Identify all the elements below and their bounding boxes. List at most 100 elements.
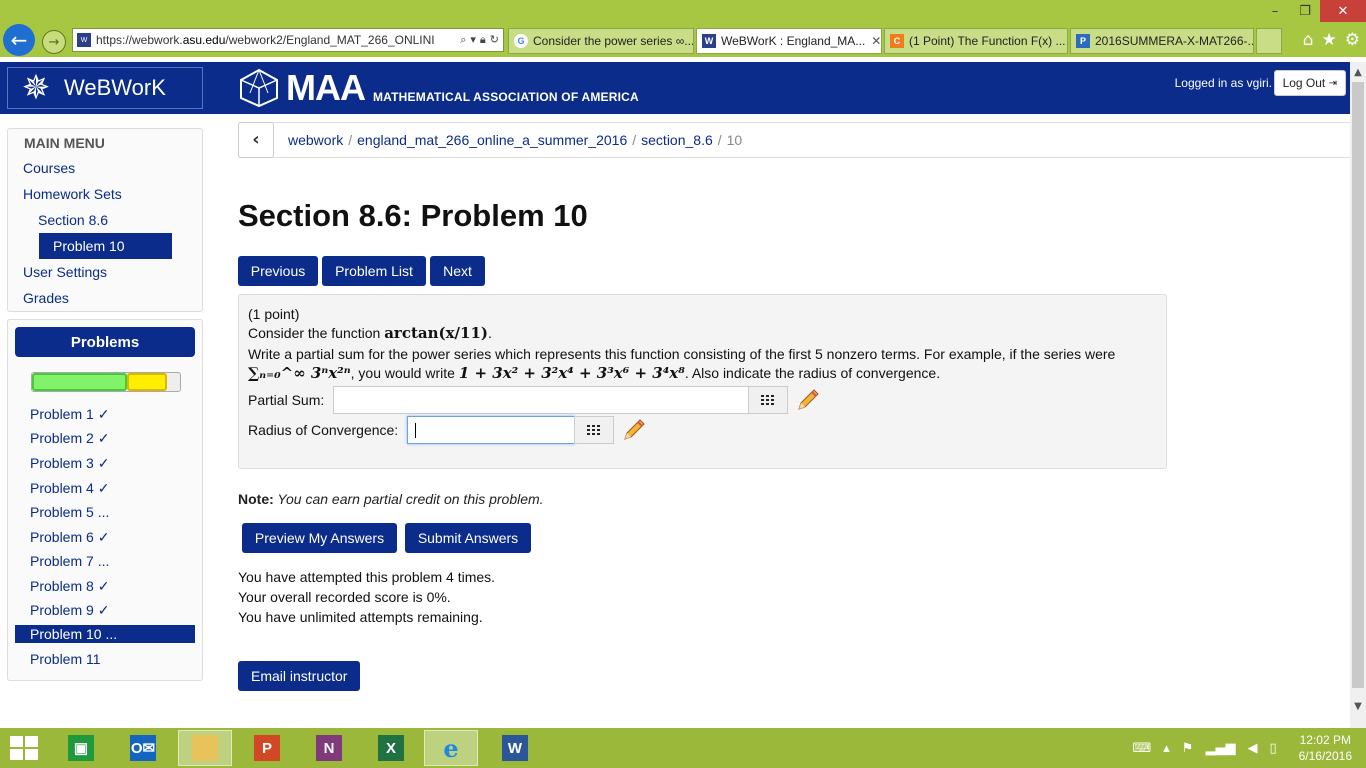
problem-link[interactable]: Problem 8 ✓ — [30, 578, 109, 595]
partial-sum-label: Partial Sum: — [248, 392, 325, 408]
onenote-app-button[interactable]: N — [302, 730, 356, 766]
close-tab-icon[interactable]: ✕ — [871, 34, 881, 48]
breadcrumb-link[interactable]: section_8.6 — [641, 132, 713, 148]
breadcrumb-link[interactable]: england_mat_266_online_a_summer_2016 — [357, 132, 627, 148]
tab-pearson[interactable]: P 2016SUMMERA-X-MAT266-... — [1070, 28, 1254, 54]
pencil-icon[interactable] — [795, 387, 821, 413]
explorer-app-button[interactable] — [178, 730, 232, 766]
menu-item-section[interactable]: Section 8.6 — [38, 212, 108, 228]
previous-button[interactable]: Previous — [238, 256, 318, 286]
problem-link[interactable]: Problem 6 ✓ — [30, 529, 109, 546]
next-button[interactable]: Next — [430, 256, 485, 286]
tab-webwork[interactable]: W WeBWorK : England_MA... ✕ — [696, 28, 882, 54]
show-hidden-icons-icon[interactable]: ▴ — [1163, 741, 1170, 756]
email-instructor-button[interactable]: Email instructor — [238, 661, 361, 691]
function-math: arctan(x/11) — [384, 324, 489, 342]
vertical-scrollbar[interactable]: ▲ ▼ — [1350, 62, 1366, 728]
partial-sum-input[interactable] — [333, 386, 749, 414]
favorites-star-icon[interactable]: ★ — [1322, 30, 1337, 50]
problem-link[interactable]: Problem 3 ✓ — [30, 455, 109, 472]
example-suffix: . Also indicate the radius of convergenc… — [684, 365, 941, 381]
menu-item-problem[interactable]: Problem 10 — [39, 233, 172, 259]
equation-editor-button[interactable] — [748, 386, 788, 414]
radius-input[interactable] — [407, 416, 575, 444]
note-label: Note: — [238, 491, 274, 507]
keypad-grid-icon — [587, 425, 600, 435]
problem-link-current[interactable]: Problem 10 ... — [15, 625, 195, 643]
maa-wordmark: MAA — [286, 67, 366, 108]
tab-chegg[interactable]: C (1 Point) The Function F(x) ... — [884, 28, 1068, 54]
windows-start-icon[interactable] — [10, 736, 38, 760]
window-controls: – ❐ ✕ — [1260, 0, 1366, 22]
new-tab-button[interactable] — [1256, 28, 1282, 54]
submit-answers-button[interactable]: Submit Answers — [405, 523, 531, 553]
folder-icon — [192, 735, 218, 761]
chevron-left-icon[interactable]: ‹ — [238, 121, 274, 158]
site-header: ✵ WeBWorK MAA MATHEMATICAL ASSOCIATION O… — [0, 62, 1350, 114]
preview-answers-button[interactable]: Preview My Answers — [242, 523, 397, 553]
search-icon[interactable]: ⌕ — [460, 33, 466, 47]
breadcrumb-current: 10 — [726, 132, 743, 148]
settings-gear-icon[interactable]: ⚙ — [1345, 30, 1360, 50]
problem-link[interactable]: Problem 7 ... — [30, 553, 109, 569]
problems-title: Problems — [15, 327, 195, 357]
example-line: ∑ₙ₌₀^∞ 3ⁿx²ⁿ, you would write 1 + 3x² + … — [248, 364, 940, 382]
pencil-icon[interactable] — [621, 417, 647, 443]
battery-icon[interactable]: ▯ — [1269, 741, 1276, 756]
browser-toolbar-icons: ⌂ ★ ⚙ — [1303, 30, 1360, 50]
breadcrumb-link[interactable]: webwork — [288, 132, 343, 148]
example-series-math: ∑ₙ₌₀^∞ 3ⁿx²ⁿ — [248, 364, 351, 382]
problem-link[interactable]: Problem 5 ... — [30, 504, 109, 520]
outlook-icon: O✉ — [130, 735, 156, 761]
ie-app-button[interactable]: e — [424, 730, 478, 766]
keyboard-icon[interactable]: ⌨ — [1133, 741, 1152, 756]
chegg-icon: C — [890, 34, 904, 48]
flag-icon[interactable]: ⚑ — [1182, 741, 1194, 756]
problem-list-button[interactable]: Problem List — [322, 256, 426, 286]
scroll-up-icon[interactable]: ▲ — [1350, 64, 1366, 80]
problem-link[interactable]: Problem 11 — [30, 651, 101, 667]
forward-arrow-icon[interactable]: → — [42, 30, 66, 54]
outlook-app-button[interactable]: O✉ — [116, 730, 170, 766]
tab-google[interactable]: G Consider the power series ∞... — [508, 28, 694, 54]
address-bar[interactable]: W https://webwork.asu.edu/webwork2/Engla… — [72, 28, 504, 52]
excel-icon: X — [378, 735, 404, 761]
scroll-thumb[interactable] — [1352, 82, 1364, 688]
menu-item-grades[interactable]: Grades — [23, 290, 69, 306]
lock-icon: 🔒︎ — [479, 33, 486, 46]
menu-item-courses[interactable]: Courses — [23, 160, 75, 176]
back-arrow-icon[interactable]: ← — [3, 24, 35, 56]
equation-editor-button[interactable] — [574, 416, 614, 444]
volume-icon[interactable]: ◀ — [1247, 741, 1257, 756]
clock-date: 6/16/2016 — [1298, 749, 1352, 763]
menu-item-user-settings[interactable]: User Settings — [23, 264, 107, 280]
window-title-bar — [0, 0, 1366, 24]
problem-link[interactable]: Problem 1 ✓ — [30, 406, 109, 423]
powerpoint-app-button[interactable]: P — [240, 730, 294, 766]
scroll-down-icon[interactable]: ▼ — [1350, 698, 1366, 714]
dropdown-icon[interactable]: ▾ — [470, 33, 476, 47]
clock[interactable]: 12:02 PM 6/16/2016 — [1299, 732, 1352, 764]
home-icon[interactable]: ⌂ — [1303, 30, 1314, 50]
excel-app-button[interactable]: X — [364, 730, 418, 766]
logout-button[interactable]: Log Out ⇥ — [1273, 70, 1346, 96]
webwork-logo[interactable]: ✵ WeBWorK — [7, 67, 203, 109]
refresh-icon[interactable]: ↻ — [490, 33, 499, 47]
signal-icon[interactable]: ▂▄▆ — [1205, 741, 1235, 756]
problem-link[interactable]: Problem 4 ✓ — [30, 480, 109, 497]
restore-icon[interactable]: ❐ — [1290, 0, 1320, 22]
store-app-button[interactable]: ▣ — [54, 730, 108, 766]
word-app-button[interactable]: W — [488, 730, 542, 766]
close-window-icon[interactable]: ✕ — [1320, 0, 1366, 22]
maa-polyhedron-icon — [240, 68, 278, 108]
progress-bar — [31, 372, 181, 392]
main-menu-panel: MAIN MENU Courses Homework Sets Section … — [7, 128, 203, 312]
windows-taskbar: ▣ O✉ P N X e W ⌨ ▴ ⚑ ▂▄▆ ◀ ▯ 12:02 PM 6/… — [0, 728, 1366, 768]
powerpoint-icon: P — [254, 735, 280, 761]
problem-link[interactable]: Problem 9 ✓ — [30, 602, 109, 619]
menu-item-homework-sets[interactable]: Homework Sets — [23, 186, 122, 202]
minimize-icon[interactable]: – — [1260, 0, 1290, 22]
problem-link[interactable]: Problem 2 ✓ — [30, 430, 109, 447]
keypad-grid-icon — [761, 395, 774, 405]
main-menu-title: MAIN MENU — [24, 135, 105, 151]
